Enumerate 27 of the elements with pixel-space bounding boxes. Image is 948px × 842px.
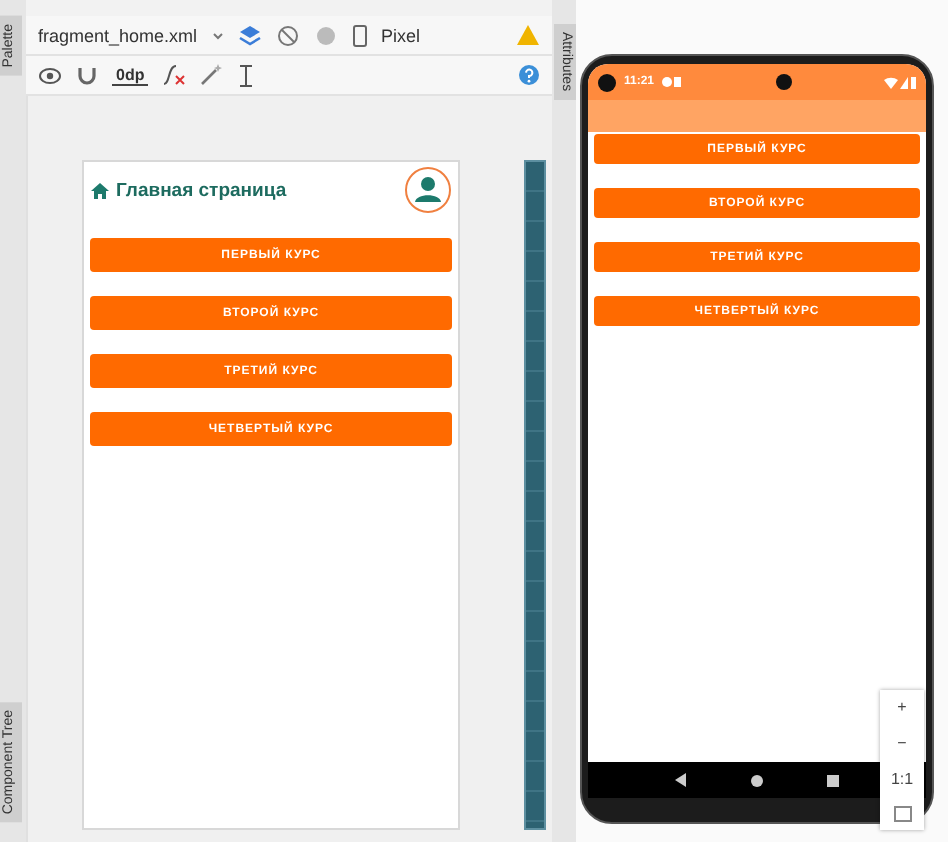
back-icon[interactable] <box>674 772 689 788</box>
zoom-control[interactable]: + <box>897 698 907 717</box>
eye-icon[interactable] <box>38 65 62 85</box>
page-title: Главная страница <box>116 179 289 201</box>
camera-icon <box>598 73 616 91</box>
avatar-icon[interactable] <box>404 166 453 214</box>
magnet-icon[interactable] <box>76 64 98 86</box>
caret-icon[interactable] <box>211 29 224 41</box>
text-cursor-icon[interactable] <box>236 63 257 87</box>
magic-wand-icon[interactable] <box>200 64 223 86</box>
layers-icon[interactable] <box>237 23 262 47</box>
zoom-control[interactable]: − <box>897 734 907 753</box>
file-tab[interactable]: fragment_home.xml <box>38 25 198 45</box>
home-button-icon[interactable] <box>749 773 764 787</box>
default-margin-value[interactable]: 0dp <box>112 65 149 85</box>
camera-icon <box>775 74 792 90</box>
fit-screen-icon[interactable] <box>893 805 911 822</box>
recents-icon[interactable] <box>825 773 840 787</box>
help-icon[interactable] <box>518 64 540 86</box>
clear-constraints-icon[interactable] <box>162 64 187 86</box>
home-icon <box>90 181 110 199</box>
zoom-control[interactable]: 1:1 <box>890 769 914 788</box>
notification-icon <box>662 76 683 88</box>
signal-battery-icon <box>884 75 917 89</box>
circle-slash-icon[interactable] <box>275 23 300 47</box>
phone-icon[interactable] <box>351 23 368 47</box>
device-dropdown[interactable]: Pixel <box>381 25 421 45</box>
